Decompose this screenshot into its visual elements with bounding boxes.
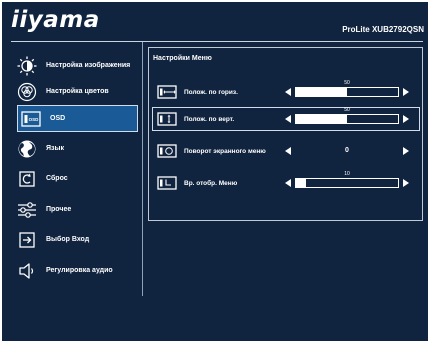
globe-icon xyxy=(16,139,38,159)
menu-item-reset[interactable]: Сброс xyxy=(16,166,137,191)
osd-icon: OSD xyxy=(20,109,42,129)
menu-item-audio[interactable]: Регулировка аудио xyxy=(16,258,137,283)
sidebar-divider xyxy=(142,42,143,296)
increase-arrow-icon[interactable] xyxy=(403,179,409,187)
row-label: Полож. по гориз. xyxy=(184,88,238,96)
rotation-value: 0 xyxy=(345,147,349,154)
menu-item-label: Сброс xyxy=(46,175,68,182)
clock-icon xyxy=(156,176,178,190)
decrease-arrow-icon[interactable] xyxy=(285,147,291,155)
horizontal-position-slider[interactable]: 50 xyxy=(283,80,411,103)
increase-arrow-icon[interactable] xyxy=(403,147,409,155)
horizontal-position-icon xyxy=(156,85,178,99)
decrease-arrow-icon[interactable] xyxy=(285,179,291,187)
row-osd-rotation[interactable]: Поворот экранного меню 0 xyxy=(153,140,419,162)
increase-arrow-icon[interactable] xyxy=(403,88,409,96)
decrease-arrow-icon[interactable] xyxy=(285,88,291,96)
reset-icon xyxy=(16,169,38,189)
osd-rotation-selector[interactable]: 0 xyxy=(283,140,411,162)
increase-arrow-icon[interactable] xyxy=(403,115,409,123)
osd-window: iiyama ProLite XUB2792QSN Настройка изоб… xyxy=(2,2,428,341)
slider-bar[interactable] xyxy=(295,87,399,97)
row-vertical-position[interactable]: Полож. по верт. 50 xyxy=(152,107,420,131)
menu-item-misc[interactable]: Прочее xyxy=(16,197,137,222)
brand-logo: iiyama xyxy=(11,7,100,33)
vertical-position-slider[interactable]: 50 xyxy=(283,107,411,130)
menu-display-time-slider[interactable]: 10 xyxy=(283,171,411,194)
svg-text:OSD: OSD xyxy=(29,117,40,122)
slider-value: 50 xyxy=(344,107,350,113)
menu-item-label: Язык xyxy=(46,145,64,152)
decrease-arrow-icon[interactable] xyxy=(285,115,291,123)
menu-item-language[interactable]: Язык xyxy=(16,136,137,161)
menu-item-label: Регулировка аудио xyxy=(46,267,113,274)
slider-value: 10 xyxy=(344,171,350,177)
menu-item-label: Настройка цветов xyxy=(46,88,109,95)
rgb-color-icon xyxy=(16,82,38,102)
sun-brightness-icon xyxy=(16,56,38,76)
row-horizontal-position[interactable]: Полож. по гориз. 50 xyxy=(153,80,419,103)
model-name: ProLite XUB2792QSN xyxy=(342,25,424,34)
menu-settings-panel: Настройки Меню Полож. по гориз. 50 Полож… xyxy=(148,47,423,221)
menu-item-color-settings[interactable]: Настройка цветов xyxy=(16,79,137,104)
header-divider xyxy=(11,41,423,42)
input-icon xyxy=(16,230,38,250)
row-menu-display-time[interactable]: Вр. отобр. Меню 10 xyxy=(153,171,419,194)
rotate-icon xyxy=(156,144,178,158)
menu-item-label: Выбор Вход xyxy=(46,236,90,243)
slider-bar[interactable] xyxy=(295,178,399,188)
slider-bar[interactable] xyxy=(295,114,399,124)
menu-item-osd[interactable]: OSD OSD xyxy=(17,105,138,132)
menu-item-picture-adjust[interactable]: Настройка изображения xyxy=(16,53,137,78)
menu-item-label: OSD xyxy=(50,115,66,122)
menu-item-label: Настройка изображения xyxy=(46,62,131,69)
menu-item-label: Прочее xyxy=(46,206,72,213)
panel-title: Настройки Меню xyxy=(153,55,212,62)
slider-value: 50 xyxy=(344,80,350,86)
sliders-icon xyxy=(16,200,38,220)
row-label: Полож. по верт. xyxy=(184,115,235,123)
row-label: Поворот экранного меню xyxy=(184,147,266,155)
menu-item-input-select[interactable]: Выбор Вход xyxy=(16,227,137,252)
row-label: Вр. отобр. Меню xyxy=(184,179,238,187)
vertical-position-icon xyxy=(156,112,178,126)
speaker-icon xyxy=(16,261,38,281)
